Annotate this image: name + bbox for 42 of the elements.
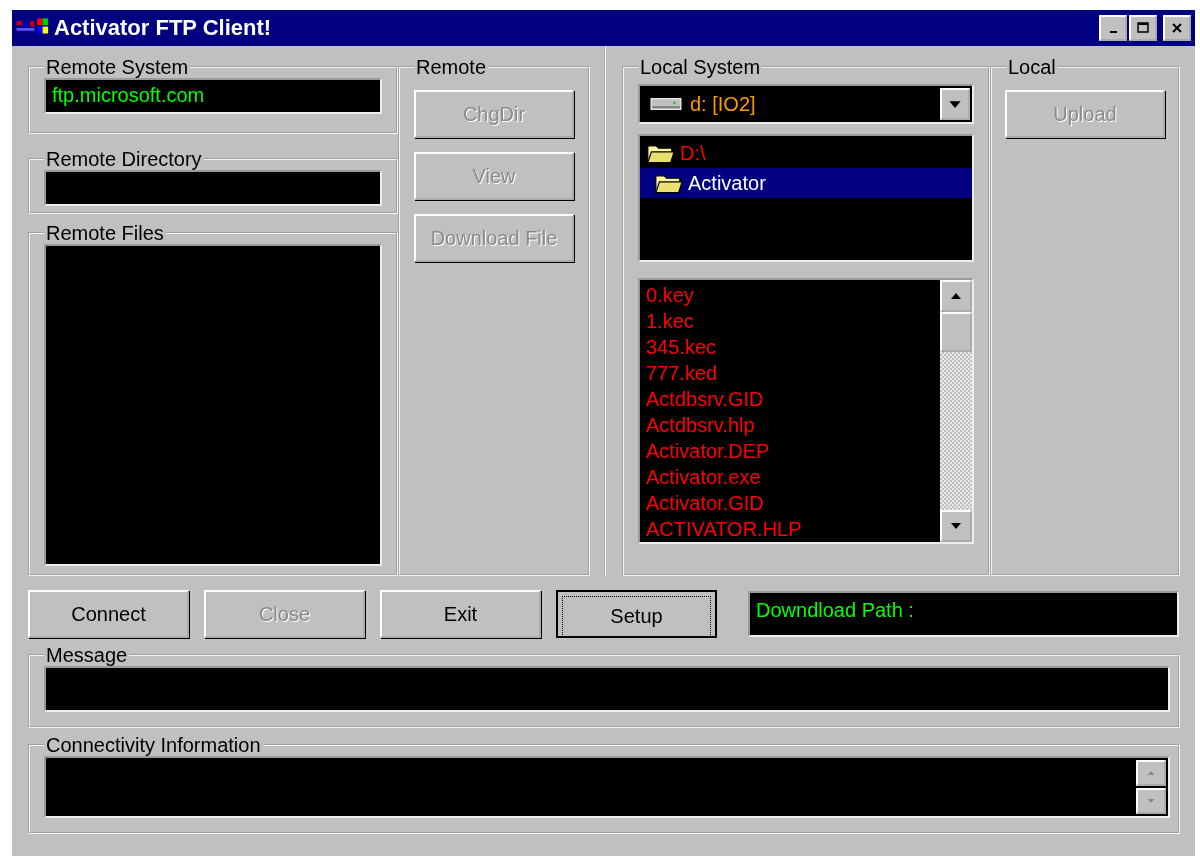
remote-files-list[interactable] bbox=[44, 244, 382, 566]
folder-item[interactable]: Activator bbox=[688, 171, 766, 195]
group-label: Remote bbox=[415, 56, 488, 78]
download-path-field: Downdload Path : bbox=[748, 591, 1179, 637]
down-arrow-icon bbox=[950, 522, 962, 530]
folder-item[interactable]: D:\ bbox=[680, 141, 706, 165]
group-label: Remote Files bbox=[45, 222, 165, 244]
up-arrow-icon bbox=[950, 292, 962, 300]
group-label: Local System bbox=[639, 56, 762, 78]
group-label: Remote Directory bbox=[45, 148, 203, 170]
command-button[interactable]: Exit bbox=[380, 590, 541, 638]
remote-directory-field[interactable] bbox=[44, 170, 382, 206]
command-button[interactable]: Setup bbox=[556, 590, 717, 638]
file-item[interactable]: Activator.GID bbox=[646, 490, 934, 516]
file-item[interactable]: Actdbsrv.hlp bbox=[646, 412, 934, 438]
file-item[interactable]: Actdbsrv.GID bbox=[646, 386, 934, 412]
window-title: Activator FTP Client! bbox=[54, 15, 273, 41]
minimize-icon bbox=[1109, 31, 1117, 33]
up-arrow-icon bbox=[1147, 770, 1155, 776]
file-item[interactable]: 1.kec bbox=[646, 308, 934, 334]
file-item[interactable]: 345.kec bbox=[646, 334, 934, 360]
group-label: Message bbox=[45, 644, 129, 666]
file-item[interactable]: 777.ked bbox=[646, 360, 934, 386]
group-label: Remote System bbox=[45, 56, 190, 78]
file-item[interactable]: 0.key bbox=[646, 282, 934, 308]
scroll-thumb[interactable] bbox=[940, 312, 972, 352]
file-item[interactable]: ACTIVATOR.HLP bbox=[646, 516, 934, 542]
close-icon bbox=[1171, 22, 1183, 34]
group-label: Connectivity Information bbox=[45, 734, 262, 756]
maximize-icon bbox=[1137, 22, 1149, 34]
close-button[interactable] bbox=[1163, 15, 1191, 41]
group-label: Local bbox=[1007, 56, 1057, 78]
drive-icon bbox=[650, 96, 682, 112]
scroll-down-button[interactable] bbox=[940, 510, 972, 542]
remote-system-field[interactable]: ftp.microsoft.com bbox=[44, 78, 382, 114]
drive-dropdown[interactable]: d: [IO2] bbox=[638, 84, 974, 124]
maximize-button[interactable] bbox=[1129, 15, 1157, 41]
scroll-up-button[interactable] bbox=[940, 280, 972, 312]
file-item[interactable]: Activator.DEP bbox=[646, 438, 934, 464]
command-button[interactable]: Connect bbox=[28, 590, 189, 638]
file-item[interactable]: Activator.exe bbox=[646, 464, 934, 490]
down-arrow-icon bbox=[1147, 798, 1155, 804]
